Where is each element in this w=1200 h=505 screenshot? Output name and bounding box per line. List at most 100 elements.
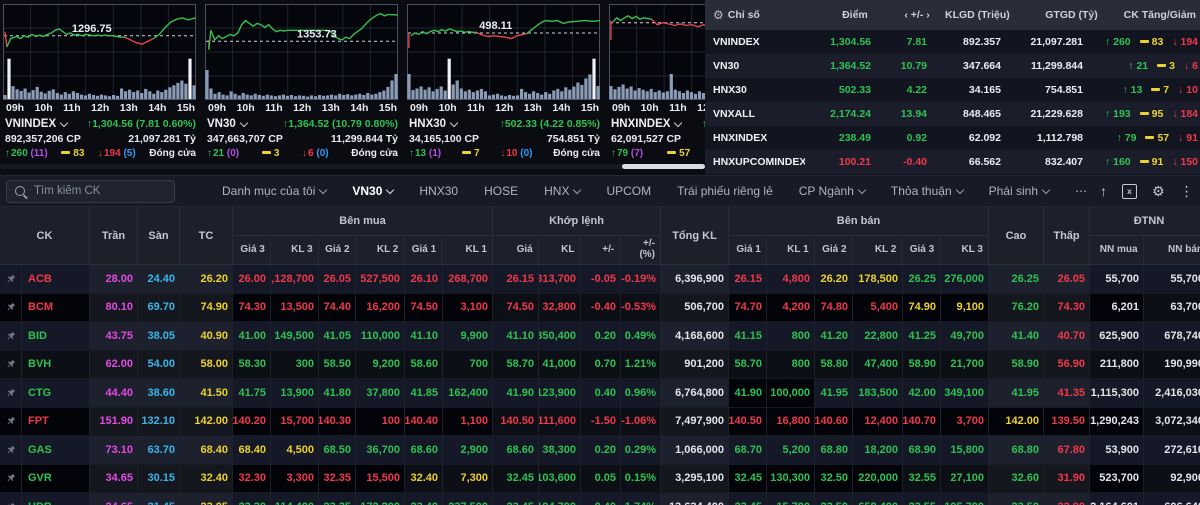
board-row-ctg[interactable]: CTG44.4038.6041.5041.7513,90041.8037,800… [0, 379, 1200, 408]
cell-ban-2[interactable]: 23.50 [815, 493, 853, 505]
cell-mua-2[interactable]: 23.35 [319, 493, 356, 505]
cell-mua-3[interactable]: 37,800 [356, 379, 405, 407]
cell-symbol[interactable]: BVH [22, 351, 90, 379]
cell-ban-0[interactable]: 58.70 [729, 351, 767, 379]
cell-mua-2[interactable]: 32.35 [319, 465, 356, 493]
cell-ban-3[interactable]: 5,400 [853, 294, 903, 322]
cell-mua-2[interactable]: 41.05 [319, 322, 356, 350]
chart-index-dropdown[interactable]: HNXINDEX [611, 118, 681, 130]
tab-hnx30[interactable]: HNX30 [419, 184, 458, 198]
cell-ban-1[interactable]: 16,800 [767, 408, 815, 436]
cell-mua-4[interactable]: 58.60 [405, 351, 443, 379]
cell-mua-1[interactable]: 300 [271, 351, 319, 379]
cell-pin[interactable] [0, 465, 22, 493]
board-row-gas[interactable]: GAS73.1063.7068.4068.404,50068.5036,7006… [0, 436, 1200, 465]
cell-ban-0[interactable]: 32.45 [729, 465, 767, 493]
cell-ban-5[interactable]: 195,700 [941, 493, 989, 505]
cell-ban-0[interactable]: 26.15 [729, 265, 767, 293]
cell-ban-3[interactable]: 183,500 [853, 379, 903, 407]
cell-mua-0[interactable]: 23.30 [233, 493, 271, 505]
cell-pin[interactable] [0, 379, 22, 407]
pin-icon[interactable] [6, 388, 16, 398]
cell-mua-5[interactable]: 2,900 [443, 436, 493, 464]
cell-symbol[interactable]: GVR [22, 465, 90, 493]
cell-ban-2[interactable]: 26.20 [815, 265, 853, 293]
cell-mua-0[interactable]: 68.40 [233, 436, 271, 464]
pin-icon[interactable] [6, 274, 16, 284]
excel-export-icon[interactable]: x [1122, 184, 1137, 199]
tab-th-a-thu-n[interactable]: Thỏa thuận [891, 184, 963, 198]
cell-mua-3[interactable]: 15,500 [356, 465, 405, 493]
cell-mua-2[interactable]: 68.50 [319, 436, 356, 464]
cell-mua-5[interactable]: 3,100 [443, 294, 493, 322]
cell-mua-5[interactable]: 1,100 [443, 408, 493, 436]
cell-ban-1[interactable]: 4,800 [767, 265, 815, 293]
chart-index-dropdown[interactable]: VN30 [207, 118, 247, 130]
cell-mua-1[interactable]: 15,700 [271, 408, 319, 436]
cell-symbol[interactable]: GAS [22, 436, 90, 464]
cell-ban-0[interactable]: 41.15 [729, 322, 767, 350]
tab-cp-ng-nh[interactable]: CP Ngành [799, 184, 865, 198]
cell-mua-2[interactable]: 26.05 [319, 265, 356, 293]
cell-ban-1[interactable]: 130,300 [767, 465, 815, 493]
pin-icon[interactable] [6, 445, 16, 455]
kebab-menu-icon[interactable]: ⋮ [1180, 184, 1194, 198]
cell-symbol[interactable]: ACB [22, 265, 90, 293]
cell-symbol[interactable]: HDB [22, 493, 90, 505]
cell-ban-0[interactable]: 68.70 [729, 436, 767, 464]
search-input[interactable] [32, 184, 166, 198]
cell-ban-2[interactable]: 140.60 [815, 408, 853, 436]
cell-pin[interactable] [0, 322, 22, 350]
cell-ban-3[interactable]: 18,200 [853, 436, 903, 464]
cell-ban-1[interactable]: 100,000 [767, 379, 815, 407]
cell-mua-1[interactable]: 3,300 [271, 465, 319, 493]
cell-mua-2[interactable]: 140.30 [319, 408, 356, 436]
tab-hose[interactable]: HOSE [484, 184, 518, 198]
cell-ban-0[interactable]: 140.50 [729, 408, 767, 436]
board-row-hdb[interactable]: HDB24.6521.4523.0523.30114,40023.35172,2… [0, 493, 1200, 505]
index-row-hnxindex[interactable]: HNXINDEX 238.49 0.92 62.092 1,112.798 ↑ … [705, 126, 1200, 150]
charts-scrollbar-thumb[interactable] [622, 164, 705, 169]
cell-pin[interactable] [0, 408, 22, 436]
charts-scrollbar[interactable] [0, 164, 705, 169]
cell-mua-1[interactable]: 4,500 [271, 436, 319, 464]
cell-mua-0[interactable]: 74.30 [233, 294, 271, 322]
cell-mua-4[interactable]: 74.50 [405, 294, 443, 322]
cell-pin[interactable] [0, 436, 22, 464]
cell-mua-5[interactable]: 7,300 [443, 465, 493, 493]
cell-ban-5[interactable]: 349,100 [941, 379, 989, 407]
cell-mua-3[interactable]: 16,200 [356, 294, 405, 322]
cell-mua-0[interactable]: 140.20 [233, 408, 271, 436]
cell-mua-1[interactable]: 13,900 [271, 379, 319, 407]
cell-mua-4[interactable]: 23.40 [405, 493, 443, 505]
gear-icon[interactable]: ⚙ [713, 8, 724, 22]
index-header-points[interactable]: Điểm [802, 9, 874, 21]
index-row-hnx30[interactable]: HNX30 502.33 4.22 34.165 754.851 ↑ 13 7 … [705, 78, 1200, 102]
cell-symbol[interactable]: BCM [22, 294, 90, 322]
cell-ban-5[interactable]: 27,100 [941, 465, 989, 493]
cell-mua-1[interactable]: 114,400 [271, 493, 319, 505]
cell-pin[interactable] [0, 351, 22, 379]
cell-ban-4[interactable]: 32.55 [903, 465, 941, 493]
cell-mua-0[interactable]: 26.00 [233, 265, 271, 293]
pin-icon[interactable] [6, 473, 16, 483]
cell-mua-3[interactable]: 110,000 [356, 322, 405, 350]
board-row-bid[interactable]: BID43.7538.0540.9041.00149,50041.05110,0… [0, 322, 1200, 351]
index-row-vn30[interactable]: VN30 1,364.52 10.79 347.664 11,299.844 ↑… [705, 54, 1200, 78]
cell-mua-5[interactable]: 162,400 [443, 379, 493, 407]
cell-mua-4[interactable]: 26.10 [405, 265, 443, 293]
cell-mua-0[interactable]: 32.30 [233, 465, 271, 493]
cell-mua-4[interactable]: 140.40 [405, 408, 443, 436]
cell-ban-4[interactable]: 68.90 [903, 436, 941, 464]
board-row-gvr[interactable]: GVR34.6530.1532.4032.303,30032.3515,5003… [0, 465, 1200, 494]
gear-icon[interactable]: ⚙ [1152, 184, 1165, 198]
cell-ban-1[interactable]: 4,200 [767, 294, 815, 322]
board-row-fpt[interactable]: FPT151.90132.10142.00140.2015,700140.301… [0, 408, 1200, 437]
cell-pin[interactable] [0, 493, 22, 505]
index-header-gtgd[interactable]: GTGD (Tỷ) [1016, 9, 1104, 21]
cell-ban-5[interactable]: 9,100 [941, 294, 989, 322]
tab--[interactable]: ⋯ [1075, 184, 1087, 198]
cell-ban-5[interactable]: 49,700 [941, 322, 989, 350]
tab-upcom[interactable]: UPCOM [606, 184, 651, 198]
cell-ban-5[interactable]: 21,700 [941, 351, 989, 379]
